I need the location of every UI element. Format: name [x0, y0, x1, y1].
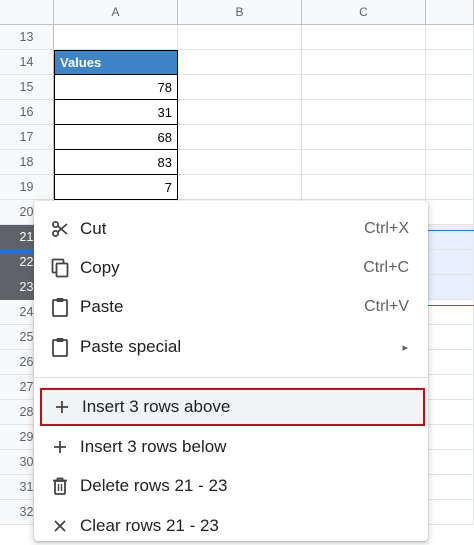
- menu-item-copy[interactable]: Copy Ctrl+C: [34, 249, 428, 287]
- close-icon: [50, 516, 70, 536]
- column-header-d[interactable]: [426, 0, 474, 25]
- copy-icon: [50, 258, 70, 278]
- menu-item-paste-special[interactable]: Paste special ▸: [34, 328, 428, 366]
- row-header[interactable]: 19: [0, 175, 54, 200]
- menu-item-label: Paste: [80, 297, 124, 316]
- cell[interactable]: [426, 250, 474, 275]
- menu-divider: [34, 377, 428, 378]
- menu-item-delete-rows[interactable]: Delete rows 21 - 23: [34, 467, 428, 505]
- cell[interactable]: [426, 225, 474, 250]
- menu-item-label: Paste special: [80, 337, 182, 356]
- cell[interactable]: [302, 175, 426, 200]
- cell[interactable]: [426, 300, 474, 325]
- cell[interactable]: [426, 75, 474, 100]
- cell[interactable]: [178, 50, 302, 75]
- menu-item-shortcut: Ctrl+V: [364, 298, 409, 315]
- cell[interactable]: [426, 125, 474, 150]
- cell[interactable]: [426, 450, 474, 475]
- context-menu: Cut Ctrl+X Copy Ctrl+C Paste Ctrl+V Past…: [34, 201, 428, 541]
- cell[interactable]: [426, 175, 474, 200]
- select-all-corner[interactable]: [0, 0, 54, 25]
- row-header[interactable]: 13: [0, 25, 54, 50]
- cell[interactable]: [426, 275, 474, 300]
- cell[interactable]: [54, 25, 178, 50]
- menu-item-shortcut: Ctrl+X: [364, 220, 409, 237]
- cell[interactable]: [302, 100, 426, 125]
- row-header[interactable]: 18: [0, 150, 54, 175]
- cell[interactable]: [426, 425, 474, 450]
- column-header-c[interactable]: C: [302, 0, 426, 25]
- cell[interactable]: [302, 50, 426, 75]
- cell[interactable]: [302, 75, 426, 100]
- cell[interactable]: [426, 100, 474, 125]
- menu-item-label: Insert 3 rows above: [82, 397, 231, 416]
- cell[interactable]: [426, 325, 474, 350]
- table-row: 14 Values: [0, 50, 474, 75]
- cell[interactable]: [178, 75, 302, 100]
- table-row: 17 68: [0, 125, 474, 150]
- cell[interactable]: [426, 25, 474, 50]
- cell[interactable]: [426, 500, 474, 525]
- scissors-icon: [50, 219, 70, 239]
- plus-icon: [52, 397, 72, 417]
- cell[interactable]: [178, 175, 302, 200]
- menu-item-label: Insert 3 rows below: [80, 437, 227, 456]
- cell[interactable]: [426, 150, 474, 175]
- cell[interactable]: [426, 200, 474, 225]
- value-cell[interactable]: 7: [54, 175, 178, 200]
- values-header-cell[interactable]: Values: [54, 50, 178, 75]
- cell[interactable]: [302, 125, 426, 150]
- cell[interactable]: [426, 375, 474, 400]
- table-row: 18 83: [0, 150, 474, 175]
- cell[interactable]: [426, 50, 474, 75]
- value-cell[interactable]: 83: [54, 150, 178, 175]
- cell[interactable]: [302, 25, 426, 50]
- table-row: 15 78: [0, 75, 474, 100]
- cell[interactable]: [426, 400, 474, 425]
- menu-item-label: Clear rows 21 - 23: [80, 516, 219, 535]
- table-row: 13: [0, 25, 474, 50]
- menu-item-insert-rows-below[interactable]: Insert 3 rows below: [34, 428, 428, 466]
- cell[interactable]: [302, 150, 426, 175]
- value-cell[interactable]: 31: [54, 100, 178, 125]
- cell[interactable]: [178, 100, 302, 125]
- column-header-a[interactable]: A: [54, 0, 178, 25]
- menu-item-clear-rows[interactable]: Clear rows 21 - 23: [34, 507, 428, 545]
- plus-icon: [50, 437, 70, 457]
- table-row: 19 7: [0, 175, 474, 200]
- cell[interactable]: [178, 125, 302, 150]
- row-header[interactable]: 14: [0, 50, 54, 75]
- row-header[interactable]: 17: [0, 125, 54, 150]
- cell[interactable]: [426, 350, 474, 375]
- menu-item-label: Copy: [80, 258, 120, 277]
- table-row: 16 31: [0, 100, 474, 125]
- menu-item-paste[interactable]: Paste Ctrl+V: [34, 288, 428, 326]
- value-cell[interactable]: 78: [54, 75, 178, 100]
- menu-item-label: Delete rows 21 - 23: [80, 476, 228, 495]
- value-cell[interactable]: 68: [54, 125, 178, 150]
- trash-icon: [50, 476, 70, 496]
- menu-item-label: Cut: [80, 219, 107, 238]
- menu-item-insert-rows-above[interactable]: Insert 3 rows above: [40, 388, 425, 426]
- menu-item-cut[interactable]: Cut Ctrl+X: [34, 210, 428, 248]
- clipboard-icon: [50, 337, 70, 357]
- cell[interactable]: [178, 150, 302, 175]
- row-header[interactable]: 15: [0, 75, 54, 100]
- submenu-arrow-icon: ▸: [402, 341, 408, 354]
- menu-item-shortcut: Ctrl+C: [363, 259, 409, 276]
- cell[interactable]: [426, 475, 474, 500]
- row-header[interactable]: 16: [0, 100, 54, 125]
- clipboard-icon: [50, 297, 70, 317]
- column-header-b[interactable]: B: [178, 0, 302, 25]
- cell[interactable]: [178, 25, 302, 50]
